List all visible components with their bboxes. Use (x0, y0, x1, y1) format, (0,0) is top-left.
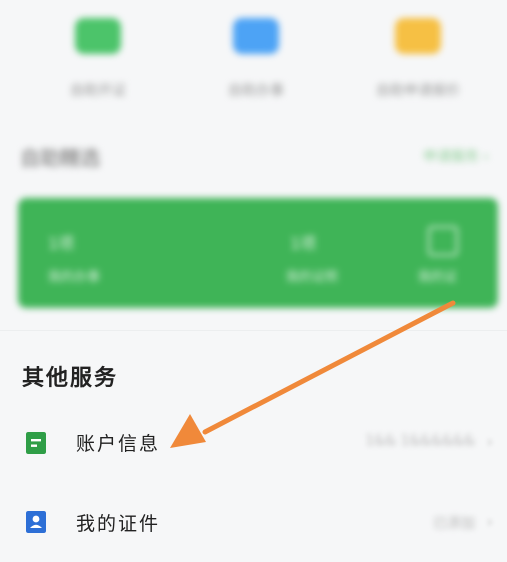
account-info-label: 账户信息 (76, 433, 161, 455)
section-divider (0, 330, 507, 331)
shortcut-1-icon (75, 18, 121, 54)
shortcut-2-label: 自助办事 (228, 83, 284, 99)
app-screen: 自助开证 自助办事 自助申请报价 自助精选 申请服务 › 1项 我的办事 1项 … (0, 0, 507, 562)
account-info-row[interactable]: 账户信息 1&& 1&&&&&& › (0, 413, 507, 473)
card-left-label: 我的办事 (48, 270, 101, 285)
account-info-value: 1&& 1&&&&&& (365, 433, 475, 449)
my-documents-label: 我的证件 (76, 513, 161, 535)
card-certificate-icon (428, 226, 458, 256)
featured-more-link[interactable]: 申请服务 › (423, 146, 489, 166)
chevron-right-icon: › (486, 432, 493, 451)
shortcut-1-label: 自助开证 (70, 83, 126, 99)
shortcut-3[interactable]: 自助申请报价 (358, 18, 478, 100)
my-documents-value: 已添加 (433, 516, 475, 532)
shortcut-3-label: 自助申请报价 (376, 83, 460, 99)
card-mid-label: 我的证照 (286, 270, 339, 285)
chevron-right-icon: › (486, 512, 493, 531)
shortcut-3-icon (395, 18, 441, 54)
card-left-value: 1项 (48, 234, 75, 253)
shortcut-1[interactable]: 自助开证 (38, 18, 158, 100)
card-mid-value: 1项 (290, 234, 317, 253)
id-card-icon (26, 511, 46, 533)
other-services-title: 其他服务 (22, 366, 119, 391)
card-right-label: 我的证 (418, 270, 458, 285)
shortcut-2-icon (233, 18, 279, 54)
document-icon (26, 432, 46, 454)
blurred-top-region: 自助开证 自助办事 自助申请报价 自助精选 申请服务 › 1项 我的办事 1项 … (0, 0, 507, 330)
shortcut-2[interactable]: 自助办事 (196, 18, 316, 100)
featured-title: 自助精选 (20, 146, 100, 170)
my-documents-row[interactable]: 我的证件 已添加 › (0, 494, 507, 554)
featured-card[interactable]: 1项 我的办事 1项 我的证照 我的证 (18, 198, 498, 308)
